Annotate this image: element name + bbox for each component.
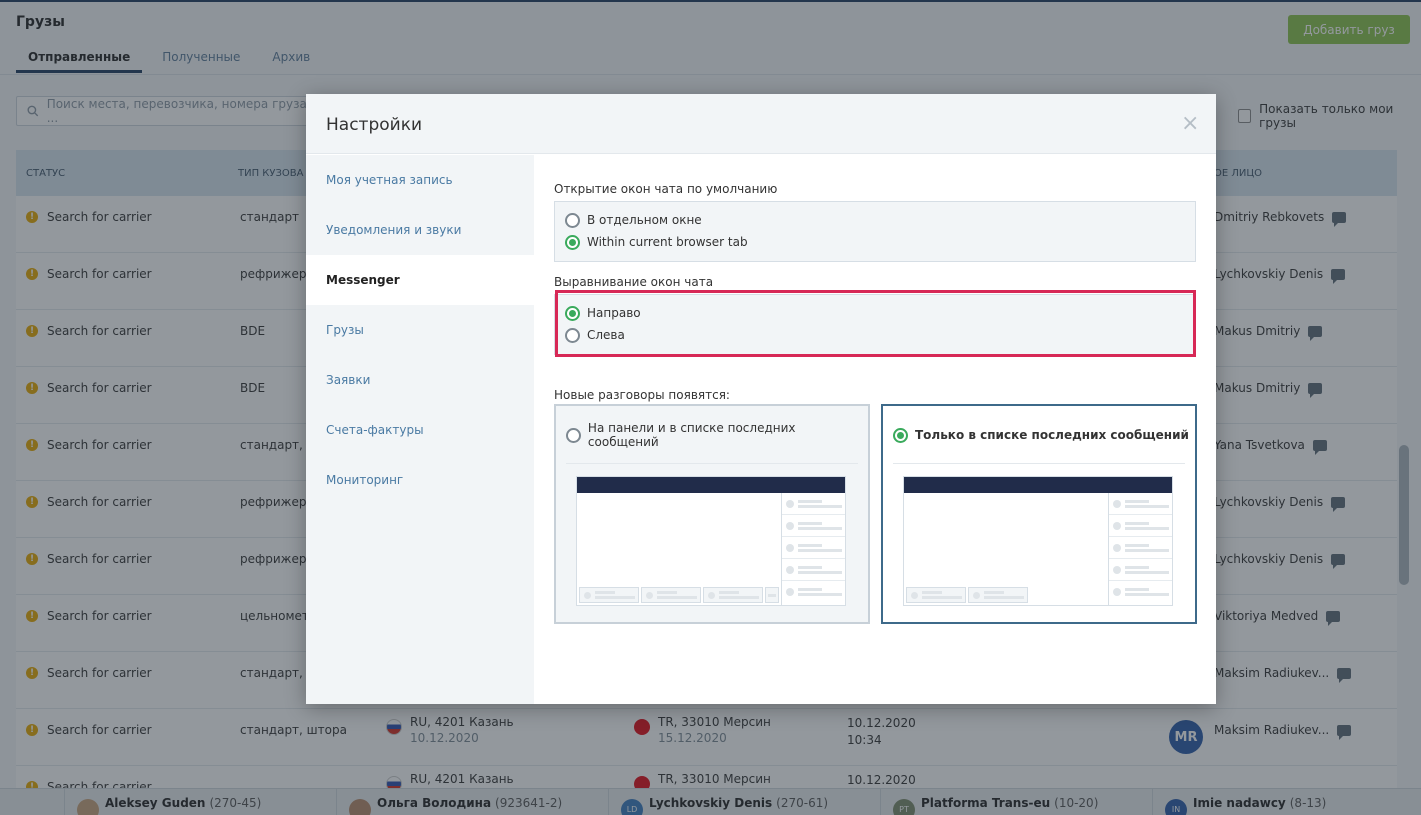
- modal-title: Настройки: [326, 115, 423, 135]
- settings-sidebar: Моя учетная запись Уведомления и звуки Mes…: [306, 155, 534, 704]
- preview-list-only: [903, 476, 1173, 606]
- alignment-highlight-frame: [555, 290, 1196, 357]
- chat-open-options: В отдельном окне Within current browser …: [554, 201, 1196, 262]
- settings-nav-item[interactable]: Мониторинг: [306, 455, 534, 505]
- radio-button[interactable]: [566, 427, 581, 443]
- settings-nav-item[interactable]: Заявки: [306, 355, 534, 405]
- new-conversations-label: Новые разговоры появятся:: [554, 388, 730, 402]
- chat-open-option-tab[interactable]: Within current browser tab: [555, 231, 1195, 253]
- preview-chat-panel: [906, 587, 1030, 603]
- chat-open-label: Открытие окон чата по умолчанию: [554, 182, 778, 196]
- preview-panel-and-list: [576, 476, 846, 606]
- radio-button-selected[interactable]: [893, 427, 908, 443]
- settings-nav-item[interactable]: Messenger: [306, 255, 534, 305]
- radio-button[interactable]: [565, 212, 580, 228]
- option-label: Within current browser tab: [587, 235, 748, 249]
- new-conv-option-list[interactable]: Только в списке последних сообщений: [883, 424, 1189, 446]
- modal-header: Настройки ×: [306, 94, 1216, 154]
- settings-nav-item[interactable]: Уведомления и звуки: [306, 205, 534, 255]
- settings-modal: Настройки × Моя учетная запись Уведомлени…: [306, 94, 1216, 704]
- settings-nav-item[interactable]: Моя учетная запись: [306, 155, 534, 205]
- radio-button-selected[interactable]: [565, 234, 580, 250]
- card-divider: [893, 463, 1185, 464]
- settings-nav-item[interactable]: Счета-фактуры: [306, 405, 534, 455]
- settings-nav-item[interactable]: Грузы: [306, 305, 534, 355]
- option-label: На панели и в списке последних сообщений: [587, 421, 796, 449]
- option-card-list-only[interactable]: Только в списке последних сообщений: [881, 404, 1197, 624]
- alignment-label: Выравнивание окон чата: [554, 275, 714, 289]
- option-card-panel-and-list[interactable]: На панели и в списке последних сообщений: [554, 404, 870, 624]
- preview-chat-panel: [579, 587, 781, 603]
- option-label: Только в списке последних сообщений: [915, 428, 1189, 442]
- messenger-settings: Открытие окон чата по умолчанию В отдель…: [534, 155, 1216, 704]
- close-icon[interactable]: ×: [1181, 111, 1199, 136]
- preview-header: [577, 477, 845, 493]
- preview-message-list: [1108, 493, 1172, 605]
- card-divider: [566, 463, 858, 464]
- preview-message-list: [781, 493, 845, 605]
- chat-open-option-separate[interactable]: В отдельном окне: [555, 209, 1195, 231]
- new-conv-option-panel[interactable]: На панели и в списке последних сообщений: [556, 421, 868, 449]
- preview-header: [904, 477, 1172, 493]
- option-label: В отдельном окне: [587, 213, 702, 227]
